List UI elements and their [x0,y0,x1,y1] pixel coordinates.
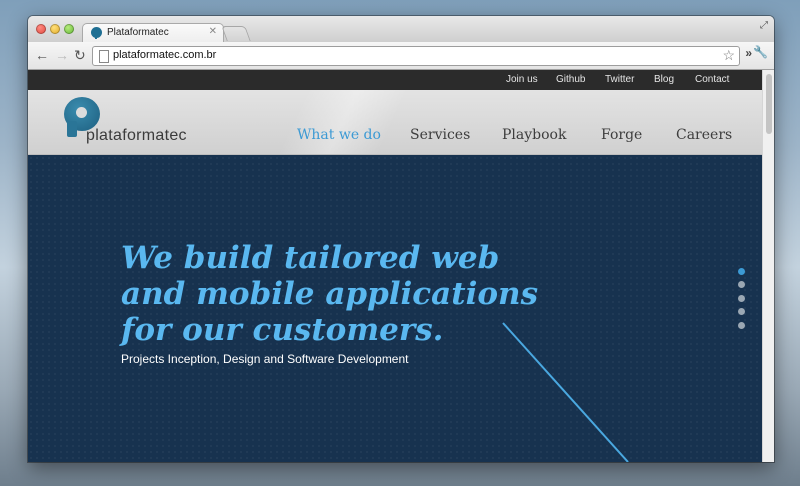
hero-title: We build tailored web and mobile applica… [121,240,541,348]
nav-services[interactable]: Services [410,127,470,143]
tab-title: Plataformatec [107,27,169,38]
wrench-icon[interactable]: 🔧 [753,45,768,59]
hero-title-line: for our customers. [121,312,444,348]
hero-section: We build tailored web and mobile applica… [28,155,762,462]
minimize-window-button[interactable] [50,24,60,34]
header-sheen [208,90,428,154]
fullscreen-icon[interactable]: ⤢ [760,20,768,31]
page-icon [99,50,109,63]
page-scrollbar[interactable] [762,70,774,462]
site-topbar: Join us Github Twitter Blog Contact [28,70,762,90]
site-header: plataformatec What we do Services Playbo… [28,90,762,155]
hero-title-line: and mobile applications [121,276,539,312]
logo-text[interactable]: plataformatec [86,127,187,145]
slider-dot[interactable] [738,281,745,288]
page-viewport: Join us Github Twitter Blog Contact plat… [28,70,762,462]
slider-dot[interactable] [738,322,745,329]
top-link-blog[interactable]: Blog [654,74,674,85]
slider-dot[interactable] [738,268,745,275]
top-link-join-us[interactable]: Join us [506,74,538,85]
tab-strip: Plataformatec ✕ ⤢ [28,16,774,43]
extensions-chevron-icon[interactable]: » [745,46,752,60]
top-link-github[interactable]: Github [556,74,585,85]
slider-dot[interactable] [738,308,745,315]
address-bar[interactable]: plataformatec.com.br ☆ [92,46,740,66]
favicon-icon [91,27,102,39]
nav-forge[interactable]: Forge [601,127,642,143]
tab-close-icon[interactable]: ✕ [209,26,217,37]
back-arrow-icon[interactable]: ← [35,47,49,63]
slider-dot[interactable] [738,295,745,302]
nav-what-we-do[interactable]: What we do [297,127,381,143]
browser-toolbar: ← → ↻ plataformatec.com.br ☆ » 🔧 [28,42,774,70]
browser-tab[interactable]: Plataformatec ✕ [82,23,224,43]
reload-icon[interactable]: ↻ [74,47,86,63]
nav-careers[interactable]: Careers [676,127,732,143]
new-tab-button[interactable] [221,26,251,41]
browser-window: Plataformatec ✕ ⤢ ← → ↻ plataformatec.co… [28,16,774,462]
hero-title-line: We build tailored web [121,240,500,276]
logo-icon[interactable] [64,97,100,137]
bookmark-star-icon[interactable]: ☆ [722,47,735,64]
forward-arrow-icon[interactable]: → [55,47,69,63]
zoom-window-button[interactable] [64,24,74,34]
top-link-contact[interactable]: Contact [695,74,729,85]
top-link-twitter[interactable]: Twitter [605,74,634,85]
hero-subtitle: Projects Inception, Design and Software … [121,352,409,366]
close-window-button[interactable] [36,24,46,34]
url-text[interactable]: plataformatec.com.br [113,49,216,61]
scrollbar-thumb[interactable] [766,74,772,134]
nav-playbook[interactable]: Playbook [502,127,566,143]
